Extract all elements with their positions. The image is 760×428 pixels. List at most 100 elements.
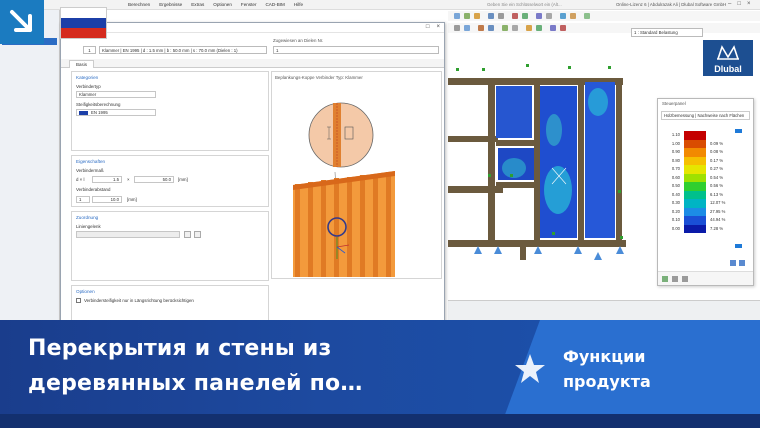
legend-value: 0.60: [671, 174, 680, 180]
legend-min-marker[interactable]: [735, 244, 742, 248]
toolbar-icon[interactable]: [454, 13, 460, 19]
toolbar-icon[interactable]: [512, 25, 518, 31]
properties-group: Eigenschaften Verbindermaß d × l 1.5 × 5…: [71, 155, 269, 207]
legend-value: 0.50: [671, 183, 680, 188]
legend-swatch: [684, 216, 706, 225]
legend-swatch: [684, 156, 706, 165]
diameter-input[interactable]: 1.5: [92, 176, 122, 183]
toolbar-icon[interactable]: [584, 13, 590, 19]
toolbar-icon[interactable]: [522, 13, 528, 19]
toolbar-icon[interactable]: [474, 13, 480, 19]
toolbar-icon[interactable]: [454, 25, 460, 31]
panel-result: [540, 86, 577, 238]
legend-percent: 6.13 %: [710, 191, 724, 197]
menu-item-options[interactable]: Optionen: [213, 2, 232, 7]
legend-swatch: [684, 173, 706, 182]
category-label-line-2: продукта: [563, 372, 651, 391]
standard-select[interactable]: EN 1995: [76, 109, 156, 116]
assigned-field[interactable]: 1: [273, 46, 439, 54]
legend-row: 0.20 27.95 %: [668, 207, 738, 216]
menu-item-calculate[interactable]: Berechnen: [128, 2, 150, 7]
legend-swatch: [684, 131, 706, 140]
edit-icon[interactable]: [184, 231, 191, 238]
assignment-title: Zuordnung: [76, 215, 99, 220]
legend-row: 0.70 0.27 %: [668, 165, 738, 174]
close-icon[interactable]: ×: [436, 24, 440, 30]
legend-percent: 0.08 %: [710, 149, 724, 154]
legend-swatch: [684, 190, 706, 199]
number-field[interactable]: 1: [83, 46, 96, 54]
arrow-down-right-icon: [10, 10, 32, 32]
connector-type-label: Verbindertyp: [76, 84, 101, 89]
toolbar-icon[interactable]: [560, 25, 566, 31]
control-panel: Steuerpanel Holzbemessung | Nachweise na…: [657, 98, 754, 286]
panel-result: [496, 86, 532, 138]
toolbar-icon[interactable]: [526, 25, 532, 31]
toolbar-icon[interactable]: [512, 13, 518, 19]
connector-type-select[interactable]: Klammer: [76, 91, 156, 98]
toolbar-icon[interactable]: [488, 13, 494, 19]
toolbar-icon[interactable]: [478, 25, 484, 31]
panel-tab-icon[interactable]: [662, 276, 668, 282]
legend-percent: 7.28 %: [710, 225, 724, 231]
panel-result-hotspot: [544, 166, 572, 214]
star-icon: [515, 354, 545, 383]
legend-percent: 0.09 %: [710, 140, 724, 146]
panel-result-hotspot: [588, 88, 608, 116]
legend-percent: 0.56 %: [710, 183, 724, 188]
tab-basic[interactable]: Basis: [69, 60, 95, 68]
categories-title: Kategorien: [76, 75, 99, 80]
description-field[interactable]: Klammer | EN 1995 | d : 1.5 mm | b : 50.…: [99, 46, 267, 54]
toolbar-bottom: [448, 23, 760, 33]
toolbar-icon[interactable]: [550, 25, 556, 31]
legend-row: 0.90 0.08 %: [668, 148, 738, 157]
video-title-line-2: деревянных панелей по…: [28, 371, 363, 396]
new-icon[interactable]: [194, 231, 201, 238]
toolbar-icon[interactable]: [536, 25, 542, 31]
close-icon[interactable]: ×: [747, 1, 751, 7]
legend-value: 0.40: [671, 191, 680, 197]
maximize-icon[interactable]: □: [737, 1, 741, 7]
legend-settings-icon[interactable]: [730, 260, 736, 266]
corner-badge: [0, 0, 44, 44]
length-input[interactable]: 50.0: [134, 176, 174, 183]
search-input[interactable]: Geben Sie ein Schlüsselwort ein (Alt...: [487, 2, 562, 7]
toolbar-icon[interactable]: [546, 13, 552, 19]
menu-item-window[interactable]: Fenster: [241, 2, 257, 7]
toolbar-icon[interactable]: [570, 13, 576, 19]
spacing-input[interactable]: 10.0: [92, 196, 122, 203]
panel-tab-icon[interactable]: [682, 276, 688, 282]
legend-swatch: [684, 182, 706, 191]
license-label: Online-Lizenz 6 | Abdulrazak Ali | Dluba…: [616, 2, 727, 7]
line-hinge-select[interactable]: [76, 231, 180, 238]
maximize-icon[interactable]: □: [426, 24, 430, 30]
timber-studs: [293, 171, 395, 277]
toolbar-icon[interactable]: [464, 25, 470, 31]
menu-item-help[interactable]: Hilfe: [294, 2, 303, 7]
panel-tab-icon[interactable]: [672, 276, 678, 282]
legend-settings-icon[interactable]: [739, 260, 745, 266]
toolbar-icon[interactable]: [488, 25, 494, 31]
dialog-window-controls: □ ×: [426, 24, 440, 30]
toolbar-icon[interactable]: [560, 13, 566, 19]
result-type-select[interactable]: Holzbemessung | Nachweise nach Flächen: [661, 111, 750, 120]
legend-swatch: [684, 207, 706, 216]
line-hinge-dialog: □ × 1 Klammer | EN 1995 | d : 1.5 mm | b…: [60, 22, 445, 324]
legend-percent: 0.17 %: [710, 157, 724, 163]
menu-item-tools[interactable]: Extras: [191, 2, 204, 7]
unit-label: [mm]: [178, 177, 188, 182]
toolbar-icon[interactable]: [498, 13, 504, 19]
dlubal-wordmark: Dlubal: [714, 64, 742, 74]
minimize-icon[interactable]: –: [728, 1, 731, 7]
load-case-select[interactable]: 1 : Standard Belastung: [631, 28, 703, 37]
toolbar-icon[interactable]: [464, 13, 470, 19]
support-icons: [474, 246, 624, 260]
count-input[interactable]: 1: [76, 196, 90, 203]
stiffness-checkbox[interactable]: [76, 298, 81, 303]
legend-row: 0.30 12.07 %: [668, 199, 738, 208]
toolbar-icon[interactable]: [536, 13, 542, 19]
legend-percent: 27.95 %: [710, 208, 726, 214]
menu-item-results[interactable]: Ergebnisse: [159, 2, 182, 7]
menu-item-cad-bim[interactable]: CAD-BIM: [265, 2, 284, 7]
toolbar-icon[interactable]: [502, 25, 508, 31]
